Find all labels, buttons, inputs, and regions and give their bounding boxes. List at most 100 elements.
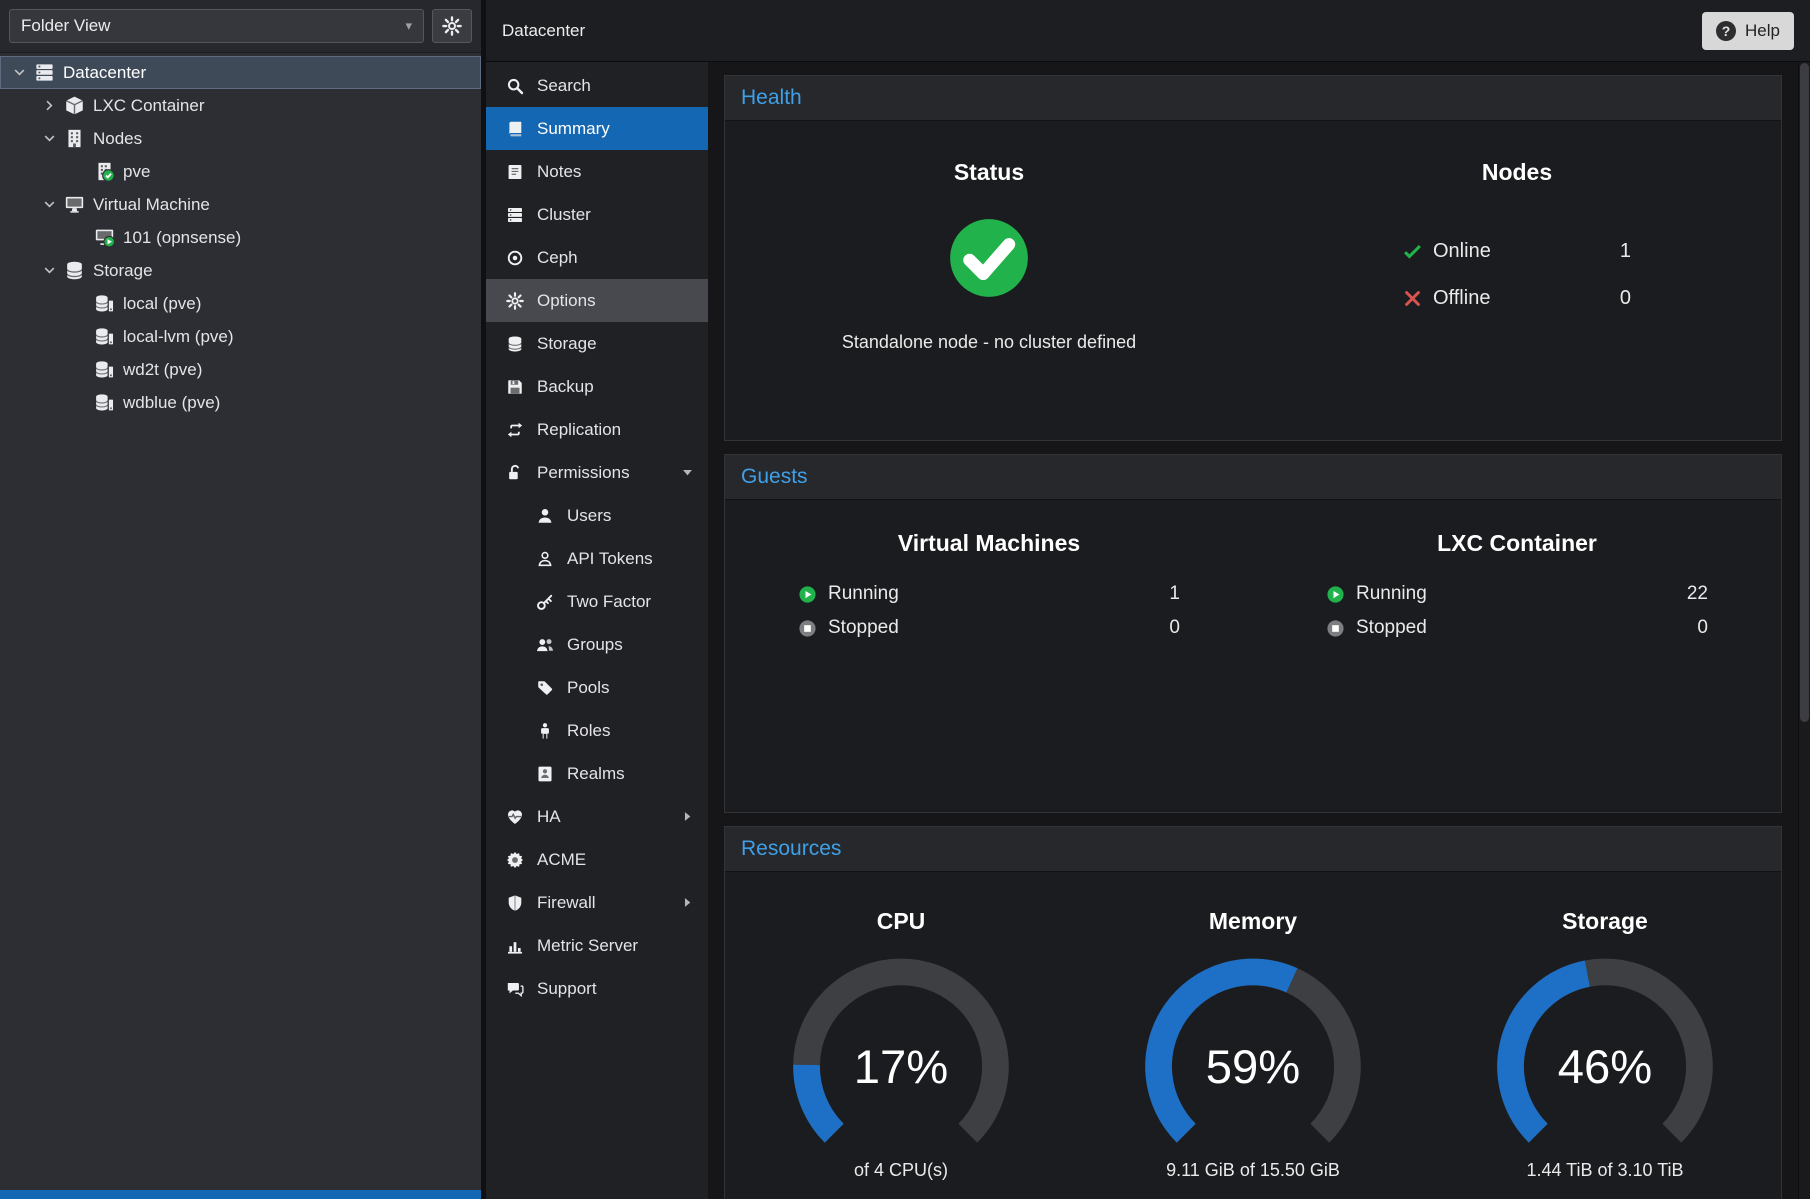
menu-item-realms[interactable]: Realms: [486, 752, 708, 795]
tree-item-storage-local-lvm[interactable]: local-lvm (pve): [0, 320, 481, 353]
gauge-cpu: CPU17%of 4 CPU(s): [725, 908, 1077, 1181]
menu-item-label: Options: [537, 291, 596, 311]
gauge-title: Memory: [1209, 908, 1297, 935]
menu-item-backup[interactable]: Backup: [486, 365, 708, 408]
section-menu: Search Summary NotesCluster Ceph Options Stor…: [486, 62, 708, 1199]
gauge-detail: of 4 CPU(s): [854, 1160, 948, 1181]
menu-item-storage[interactable]: Storage: [486, 322, 708, 365]
menu-item-label: ACME: [537, 850, 586, 870]
scrollbar-thumb[interactable]: [1800, 63, 1809, 722]
caret-down-icon: [680, 465, 695, 480]
db-disk-icon: [94, 293, 115, 314]
guests-panel-header: Guests: [725, 455, 1781, 500]
tree-item-storage-local[interactable]: local (pve): [0, 287, 481, 320]
stat-label: Running: [1356, 583, 1427, 605]
tree-item-storage[interactable]: Storage: [0, 254, 481, 287]
stop-circle-icon: [1326, 619, 1345, 638]
tree-item-label: pve: [123, 162, 150, 182]
menu-item-ha[interactable]: HA: [486, 795, 708, 838]
database-icon: [506, 335, 524, 353]
menu-item-replication[interactable]: Replication: [486, 408, 708, 451]
tree-item-nodes[interactable]: Nodes: [0, 122, 481, 155]
gauge-arc: 46%: [1451, 945, 1759, 1156]
menu-item-roles[interactable]: Roles: [486, 709, 708, 752]
content-header: Datacenter ? Help: [486, 0, 1810, 62]
resources-panel: Resources CPU17%of 4 CPU(s)Memory59%9.11…: [724, 826, 1782, 1199]
menu-item-label: Two Factor: [567, 592, 651, 612]
chevron-down-icon[interactable]: [42, 131, 57, 146]
tree-item-datacenter[interactable]: Datacenter: [0, 56, 481, 89]
menu-item-label: Pools: [567, 678, 610, 698]
gauge-memory: Memory59%9.11 GiB of 15.50 GiB: [1077, 908, 1429, 1181]
menu-item-two-factor[interactable]: Two Factor: [486, 580, 708, 623]
menu-item-label: Replication: [537, 420, 621, 440]
status-message: Standalone node - no cluster defined: [842, 332, 1136, 353]
help-button-label: Help: [1745, 21, 1780, 41]
menu-item-options[interactable]: Options: [486, 279, 708, 322]
menu-item-label: Ceph: [537, 248, 578, 268]
menu-item-label: Backup: [537, 377, 594, 397]
menu-item-metric-server[interactable]: Metric Server: [486, 924, 708, 967]
tree-item-storage-wd2t[interactable]: wd2t (pve): [0, 353, 481, 386]
tree-item-label: local (pve): [123, 294, 201, 314]
menu-item-label: Users: [567, 506, 611, 526]
tree-item-label: local-lvm (pve): [123, 327, 234, 347]
view-mode-select[interactable]: Folder View ▾: [9, 9, 424, 43]
gauges: CPU17%of 4 CPU(s)Memory59%9.11 GiB of 15…: [725, 872, 1781, 1181]
menu-item-label: Groups: [567, 635, 623, 655]
shield-icon: [506, 894, 524, 912]
menu-item-pools[interactable]: Pools: [486, 666, 708, 709]
resource-tree: DatacenterLXC ContainerNodes pve Virtual M…: [0, 53, 481, 1190]
menu-item-summary[interactable]: Summary: [486, 107, 708, 150]
building-check-icon: [94, 161, 115, 182]
gear-icon: [442, 16, 462, 36]
menu-item-label: Permissions: [537, 463, 630, 483]
stat-value: 1: [1620, 240, 1631, 263]
menu-item-support[interactable]: Support: [486, 967, 708, 1010]
sidebar-horizontal-scrollbar[interactable]: [0, 1190, 481, 1199]
search-icon: [506, 77, 524, 95]
gauge-title: Storage: [1562, 908, 1648, 935]
menu-item-acme[interactable]: ACME: [486, 838, 708, 881]
menu-item-groups[interactable]: Groups: [486, 623, 708, 666]
help-button[interactable]: ? Help: [1702, 12, 1794, 50]
menu-item-label: Summary: [537, 119, 610, 139]
tree-item-pve[interactable]: pve: [0, 155, 481, 188]
menu-item-search[interactable]: Search: [486, 64, 708, 107]
menu-item-permissions[interactable]: Permissions: [486, 451, 708, 494]
menu-item-users[interactable]: Users: [486, 494, 708, 537]
chevron-right-icon[interactable]: [42, 98, 57, 113]
chevron-down-icon[interactable]: [42, 197, 57, 212]
gauge-storage: Storage46%1.44 TiB of 3.10 TiB: [1429, 908, 1781, 1181]
tree-item-vm-101[interactable]: 101 (opnsense): [0, 221, 481, 254]
building-icon: [64, 128, 85, 149]
menu-item-api-tokens[interactable]: API Tokens: [486, 537, 708, 580]
chevron-down-icon: ▾: [405, 18, 412, 34]
stat-label: Stopped: [1356, 617, 1427, 639]
seal-icon: [506, 851, 524, 869]
menu-item-ceph[interactable]: Ceph: [486, 236, 708, 279]
caret-right-icon: [680, 895, 695, 910]
desktop-play-icon: [94, 227, 115, 248]
vertical-scrollbar[interactable]: [1798, 62, 1810, 1199]
sidebar-settings-button[interactable]: [432, 9, 472, 43]
guest-group-virtual-machines: Virtual MachinesRunning1Stopped0: [725, 500, 1253, 814]
stat-row-running: Running1: [798, 583, 1180, 605]
key-icon: [536, 593, 554, 611]
tree-item-virtual-machine[interactable]: Virtual Machine: [0, 188, 481, 221]
db-disk-icon: [94, 326, 115, 347]
guest-group-rows: Running22Stopped0: [1326, 583, 1708, 639]
chevron-down-icon[interactable]: [42, 263, 57, 278]
tree-item-lxc-container[interactable]: LXC Container: [0, 89, 481, 122]
nodes-rows: Online1Offline0: [1403, 240, 1631, 310]
menu-item-firewall[interactable]: Firewall: [486, 881, 708, 924]
note-icon: [506, 163, 524, 181]
menu-item-label: Storage: [537, 334, 597, 354]
tree-item-storage-wdblue[interactable]: wdblue (pve): [0, 386, 481, 419]
menu-item-cluster[interactable]: Cluster: [486, 193, 708, 236]
stat-value: 22: [1687, 583, 1708, 605]
cross-icon: [1403, 289, 1422, 308]
view-mode-value: Folder View: [21, 16, 110, 36]
chevron-down-icon[interactable]: [12, 65, 27, 80]
menu-item-notes[interactable]: Notes: [486, 150, 708, 193]
